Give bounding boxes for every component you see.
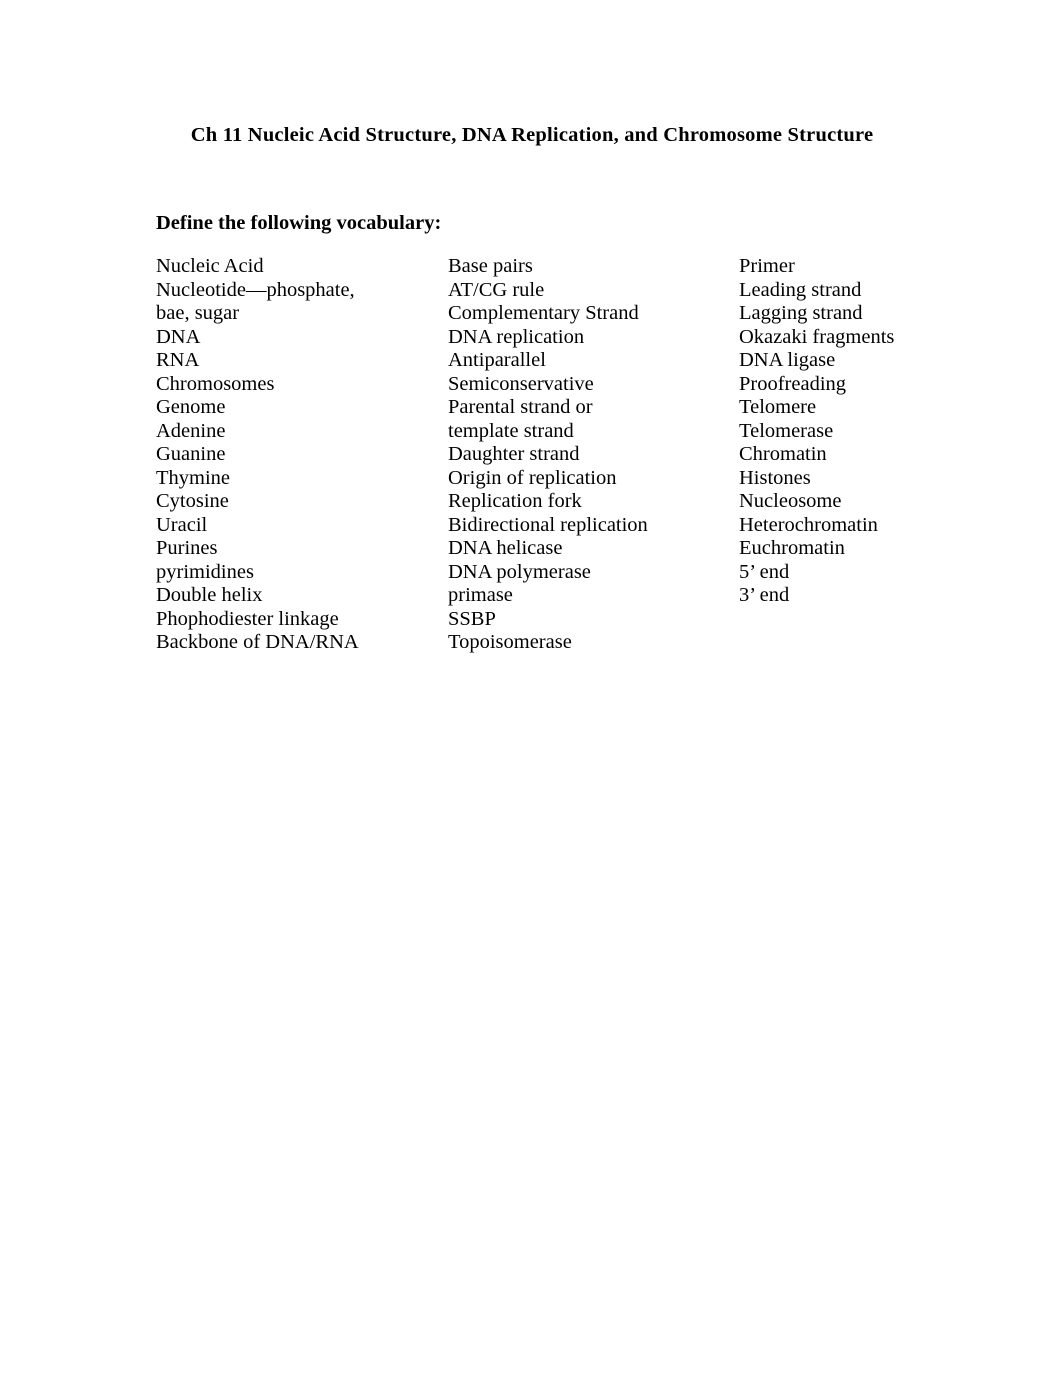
vocabulary-term: Antiparallel [448, 349, 546, 371]
vocabulary-term: Telomere [739, 396, 817, 418]
vocabulary-term: DNA replication [448, 325, 585, 348]
vocabulary-term: Histones [739, 466, 811, 489]
vocabulary-term: Primer [739, 255, 795, 277]
vocabulary-term: Heterochromatin [739, 513, 878, 536]
vocabulary-term: Complementary Strand [448, 302, 639, 324]
document-page: Ch 11 Nucleic Acid Structure, DNA Replic… [0, 0, 1062, 1377]
vocabulary-term: Daughter strand [448, 443, 580, 465]
vocabulary-term: Chromosomes [156, 372, 275, 395]
vocabulary-term: Purines [156, 537, 218, 559]
vocabulary-column-2: Base pairs AT/CG rule Complementary Strand… [448, 255, 739, 655]
page-title: Ch 11 Nucleic Acid Structure, DNA Replic… [190, 124, 874, 146]
vocabulary-term: DNA polymerase [448, 560, 591, 583]
vocabulary-term: DNA [156, 325, 201, 348]
vocabulary-term: DNA ligase [739, 349, 836, 371]
vocabulary-term: Leading strand [739, 278, 862, 301]
section-heading: Define the following vocabulary: [156, 212, 442, 234]
vocabulary-term: Base pairs [448, 255, 533, 277]
vocabulary-term: Phophodiester linkage [156, 607, 339, 630]
vocabulary-term: pyrimidines [156, 560, 254, 583]
vocabulary-term: Origin of replication [448, 466, 617, 489]
vocabulary-term: SSBP [448, 607, 496, 630]
vocabulary-term: Nucleosome [739, 490, 842, 512]
vocabulary-list: Nucleic Acid Nucleotide—phosphate, bae, su… [156, 255, 908, 653]
vocabulary-term: Proofreading [739, 372, 847, 395]
vocabulary-term: Parental strand or [448, 396, 593, 418]
vocabulary-term: template strand [448, 419, 574, 442]
vocabulary-term: RNA [156, 349, 200, 371]
vocabulary-term: Adenine [156, 419, 226, 442]
vocabulary-term: Genome [156, 396, 226, 418]
vocabulary-term: Bidirectional replication [448, 513, 648, 536]
vocabulary-term: Guanine [156, 443, 226, 465]
vocabulary-term: Topoisomerase [448, 631, 572, 653]
vocabulary-term: bae, sugar [156, 302, 240, 324]
vocabulary-term: 3’ end [739, 584, 790, 606]
vocabulary-term: Semiconservative [448, 372, 594, 395]
vocabulary-term: AT/CG rule [448, 278, 545, 301]
vocabulary-term: Double helix [156, 584, 263, 606]
vocabulary-term: Telomerase [739, 419, 834, 442]
vocabulary-term: Nucleotide—phosphate, [156, 278, 355, 301]
vocabulary-column-1: Nucleic Acid Nucleotide—phosphate, bae, su… [156, 255, 448, 655]
vocabulary-term: Backbone of DNA/RNA [156, 631, 359, 653]
vocabulary-term: Okazaki fragments [739, 325, 895, 348]
vocabulary-term: Replication fork [448, 490, 582, 512]
vocabulary-term: DNA helicase [448, 537, 563, 559]
vocabulary-term: Cytosine [156, 490, 229, 512]
vocabulary-term: primase [448, 584, 513, 606]
vocabulary-term: Chromatin [739, 443, 827, 465]
vocabulary-term: Lagging strand [739, 302, 863, 324]
vocabulary-term: Thymine [156, 466, 231, 489]
vocabulary-term: Uracil [156, 513, 208, 536]
vocabulary-column-3: Primer Leading strand Lagging strand Okazak… [739, 255, 908, 608]
vocabulary-term: Nucleic Acid [156, 255, 264, 277]
vocabulary-term: Euchromatin [739, 537, 845, 559]
vocabulary-term: 5’ end [739, 560, 790, 583]
